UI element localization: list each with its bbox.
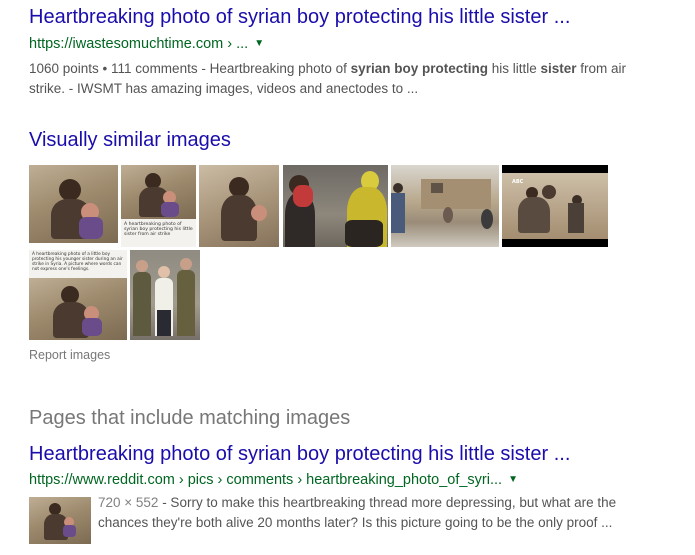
- result-url-1: https://iwastesomuchtime.com › ... ▼: [29, 36, 264, 52]
- similar-image-6[interactable]: ABC: [502, 165, 608, 247]
- image-caption: A heartbreaking photo of syrian boy prot…: [124, 222, 193, 238]
- snippet-bold: sister: [540, 61, 577, 76]
- caret-down-icon[interactable]: ▼: [508, 474, 518, 485]
- snippet-text: 1060 points • 111 comments - Heartbreaki…: [29, 61, 351, 76]
- similar-image-5[interactable]: [391, 165, 499, 247]
- similar-image-1[interactable]: [29, 165, 118, 243]
- caret-down-icon[interactable]: ▼: [254, 38, 264, 49]
- snippet-text: - Sorry to make this heartbreaking threa…: [98, 495, 617, 530]
- image-caption: A heartbreaking photo of a little boy pr…: [32, 252, 123, 272]
- similar-image-4[interactable]: [283, 165, 388, 247]
- snippet-text: his little: [487, 61, 541, 76]
- similar-image-3[interactable]: [199, 165, 279, 247]
- result-snippet-2: 720 × 552 - Sorry to make this heartbrea…: [98, 493, 628, 533]
- result-url-text[interactable]: https://iwastesomuchtime.com › ...: [29, 36, 248, 52]
- image-size: 720 × 552: [98, 495, 159, 510]
- result-title-2[interactable]: Heartbreaking photo of syrian boy protec…: [29, 443, 570, 466]
- pages-matching-heading: Pages that include matching images: [29, 407, 351, 429]
- result-url-text[interactable]: https://www.reddit.com › pics › comments…: [29, 472, 502, 488]
- snippet-bold: syrian boy protecting: [350, 61, 488, 76]
- report-images-link[interactable]: Report images: [29, 348, 110, 362]
- result-title-1[interactable]: Heartbreaking photo of syrian boy protec…: [29, 6, 570, 29]
- result-thumbnail[interactable]: [29, 497, 91, 544]
- result-snippet-1: 1060 points • 111 comments - Heartbreaki…: [29, 59, 639, 99]
- visually-similar-heading[interactable]: Visually similar images: [29, 129, 231, 152]
- result-url-2: https://www.reddit.com › pics › comments…: [29, 472, 518, 488]
- similar-image-8[interactable]: [130, 250, 200, 340]
- similar-image-7[interactable]: A heartbreaking photo of a little boy pr…: [29, 250, 127, 340]
- similar-image-2[interactable]: A heartbreaking photo of syrian boy prot…: [121, 165, 196, 247]
